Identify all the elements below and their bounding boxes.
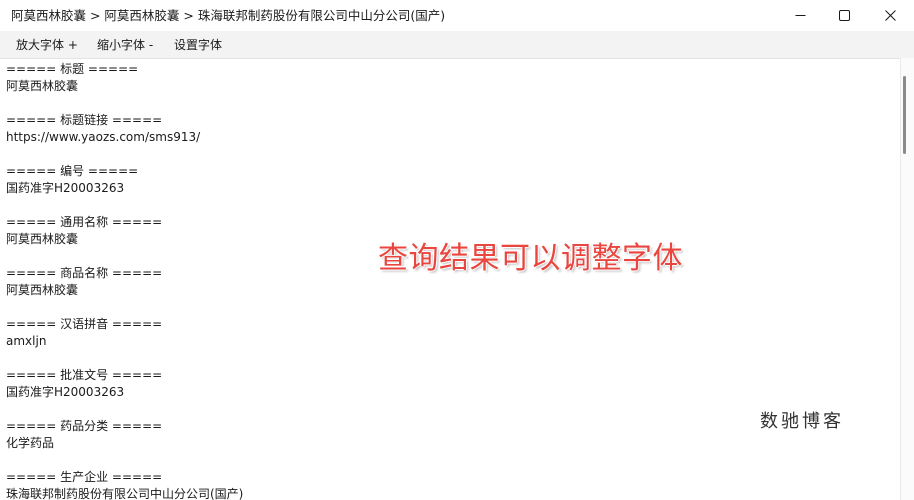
text-line: amxljn bbox=[6, 334, 47, 348]
text-line: ===== 生产企业 ===== bbox=[6, 470, 163, 484]
text-line: 国药准字H20003263 bbox=[6, 385, 125, 399]
text-line: ===== 标题链接 ===== bbox=[6, 113, 163, 127]
text-line: 阿莫西林胶囊 bbox=[6, 79, 79, 93]
text-line bbox=[6, 95, 243, 112]
title-bar[interactable]: 阿莫西林胶囊 > 阿莫西林胶囊 > 珠海联邦制药股份有限公司中山分公司(国产) bbox=[0, 0, 914, 31]
close-icon bbox=[884, 10, 896, 21]
text-line bbox=[6, 248, 243, 265]
text-line: ===== 商品名称 ===== bbox=[6, 266, 163, 280]
maximize-icon bbox=[838, 10, 850, 21]
text-line: ===== 汉语拼音 ===== bbox=[6, 317, 163, 331]
close-button[interactable] bbox=[867, 0, 913, 31]
menu-set-font[interactable]: 设置字体 bbox=[174, 37, 222, 53]
text-line: ===== 通用名称 ===== bbox=[6, 215, 163, 229]
text-line: ===== 标题 ===== bbox=[6, 62, 139, 76]
text-line bbox=[6, 146, 243, 163]
overlay-caption: 查询结果可以调整字体 bbox=[378, 241, 683, 276]
minimize-icon bbox=[795, 15, 805, 16]
text-line bbox=[6, 350, 243, 367]
menu-shrink-font[interactable]: 缩小字体 - bbox=[97, 37, 153, 53]
text-line: ===== 编号 ===== bbox=[6, 164, 139, 178]
text-line: 国药准字H20003263 bbox=[6, 181, 125, 195]
text-line bbox=[6, 452, 243, 469]
app-window: 阿莫西林胶囊 > 阿莫西林胶囊 > 珠海联邦制药股份有限公司中山分公司(国产) … bbox=[0, 0, 914, 500]
text-line: 珠海联邦制药股份有限公司中山分公司(国产) bbox=[6, 487, 244, 500]
text-line: 阿莫西林胶囊 bbox=[6, 232, 79, 246]
maximize-button[interactable] bbox=[821, 0, 867, 31]
menu-enlarge-font[interactable]: 放大字体 + bbox=[16, 37, 78, 53]
text-line: 阿莫西林胶囊 bbox=[6, 283, 79, 297]
watermark-text: 数驰博客 bbox=[760, 411, 844, 432]
minimize-button[interactable] bbox=[777, 0, 823, 31]
text-line: ===== 药品分类 ===== bbox=[6, 419, 163, 433]
text-line bbox=[6, 401, 243, 418]
scroll-thumb[interactable] bbox=[903, 76, 906, 154]
text-line bbox=[6, 299, 243, 316]
text-line bbox=[6, 197, 243, 214]
result-text: ===== 标题 ===== 阿莫西林胶囊 ===== 标题链接 ===== http… bbox=[6, 61, 243, 500]
result-text-area[interactable]: ===== 标题 ===== 阿莫西林胶囊 ===== 标题链接 ===== http… bbox=[0, 58, 900, 500]
vertical-scrollbar[interactable] bbox=[900, 58, 914, 500]
window-title: 阿莫西林胶囊 > 阿莫西林胶囊 > 珠海联邦制药股份有限公司中山分公司(国产) bbox=[11, 8, 446, 23]
text-line: ===== 批准文号 ===== bbox=[6, 368, 163, 382]
menu-bar: 放大字体 + 缩小字体 - 设置字体 bbox=[0, 31, 914, 58]
text-line: 化学药品 bbox=[6, 436, 55, 450]
text-line: https://www.yaozs.com/sms913/ bbox=[6, 130, 201, 144]
